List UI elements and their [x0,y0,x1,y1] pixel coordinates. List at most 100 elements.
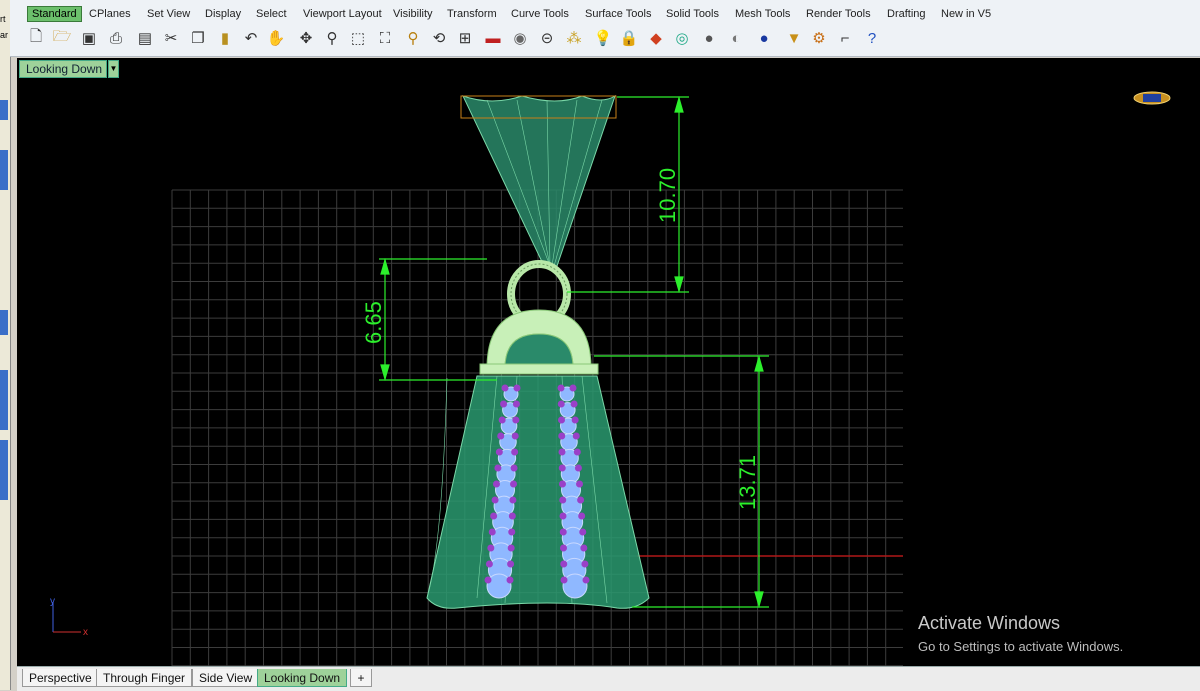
move-icon[interactable]: ✥ [295,27,317,49]
left-panel-button[interactable] [0,150,8,190]
prong [573,448,581,456]
prong [507,560,515,568]
left-panel-button[interactable] [0,370,8,430]
prong [558,448,566,456]
cut-icon[interactable]: ✂ [160,27,182,49]
tab-standard[interactable]: Standard [27,6,82,22]
lock-icon[interactable]: 🔒 [618,27,640,49]
viewport-looking-down[interactable]: 10.70 6.65 13.71 y x [17,78,1200,666]
tab-mesh-tools[interactable]: Mesh Tools [731,7,794,21]
ghosted-icon[interactable]: ◐ [725,27,747,49]
tab-set-view[interactable]: Set View [143,7,194,21]
new-icon[interactable]: 🗋 [25,27,47,49]
dimension-top-value: 10.70 [655,168,680,223]
tab-new-in-v5[interactable]: New in V5 [937,7,995,21]
left-panel-button[interactable] [0,440,8,500]
prong [512,416,520,424]
viewport-tabs: Perspective Through Finger Side View Loo… [17,666,1200,691]
shade-icon[interactable]: ● [698,27,720,49]
prong [560,560,568,568]
add-viewport-tab-button[interactable]: + [350,669,372,687]
zoom-icon[interactable]: ⚲ [321,27,343,49]
prong [557,384,565,392]
tab-transform[interactable]: Transform [443,7,501,21]
open-icon[interactable]: 🗁 [51,27,73,49]
render-sphere-icon[interactable]: ● [753,27,775,49]
left-panel-button[interactable] [0,100,8,120]
layer-icon[interactable]: ◆ [645,27,667,49]
prong [572,432,580,440]
prong [513,384,521,392]
gemstone [486,573,512,599]
options-gear-icon[interactable]: ⚙ [808,27,830,49]
help-icon[interactable]: ? [861,27,883,49]
tab-viewport-layout[interactable]: Viewport Layout [299,7,386,21]
prong [508,528,516,536]
paste-icon[interactable]: ▮ [214,27,236,49]
world-axis-icon: y x [50,596,88,638]
pan-hand-icon[interactable]: ✋ [265,27,287,49]
prong [558,464,566,472]
prong [510,464,518,472]
rotate-view-icon[interactable]: ⟲ [428,27,450,49]
prong [557,400,565,408]
viewport-title[interactable]: Looking Down [19,60,108,78]
tab-render-tools[interactable]: Render Tools [802,7,875,21]
axis-y-label: y [50,596,55,607]
prong [576,480,583,488]
prong [495,448,503,456]
lightbulb-icon[interactable]: 💡 [592,27,614,49]
tab-side-view[interactable]: Side View [192,669,260,687]
prong [490,512,498,520]
zoom-window-icon[interactable]: ⬚ [347,27,369,49]
four-viewports-icon[interactable]: ⊞ [454,27,476,49]
tab-surface-tools[interactable]: Surface Tools [581,7,655,21]
prong [510,480,517,488]
tab-curve-tools[interactable]: Curve Tools [507,7,573,21]
prong [582,576,590,584]
color-wheel-icon[interactable]: ◎ [671,27,693,49]
tab-drafting[interactable]: Drafting [883,7,930,21]
prong [558,416,565,424]
prong [507,544,515,552]
tab-solid-tools[interactable]: Solid Tools [662,7,723,21]
dimension-middle [379,257,497,382]
prong [578,512,586,520]
zoom-extents-icon[interactable]: ⛶ [374,27,396,49]
left-panel-strip: rt ar [0,0,11,690]
viewport-menu-chevron-down-icon[interactable]: ▼ [108,60,119,78]
prong [559,480,566,488]
print-icon[interactable]: ⎙ [105,27,127,49]
prong [574,464,582,472]
tab-cplanes[interactable]: CPlanes [85,7,135,21]
tab-display[interactable]: Display [201,7,245,21]
rendering-icon[interactable]: ▼ [783,27,805,49]
car-named-view-icon[interactable]: ▬ [482,27,504,49]
import-icon[interactable]: ▤ [134,27,156,49]
zoom-selected-icon[interactable]: ⚲ [402,27,424,49]
axis-x-label: x [83,627,88,638]
snap-grid-icon[interactable]: ⁂ [563,27,585,49]
camera-icon[interactable]: ◉ [509,27,531,49]
tab-perspective[interactable]: Perspective [22,669,99,687]
tab-select[interactable]: Select [252,7,291,21]
toolbar-tab-strip: Standard CPlanes Set View Display Select… [10,0,1200,23]
left-panel-button[interactable] [0,310,8,335]
dimension-middle-value: 6.65 [361,301,386,344]
tab-visibility[interactable]: Visibility [389,7,437,21]
cplane-icon[interactable]: ⊝ [536,27,558,49]
view-compass-icon[interactable] [1133,91,1171,105]
tab-looking-down[interactable]: Looking Down [257,669,348,687]
viewport-canvas: 10.70 6.65 13.71 y x [50,91,1171,666]
dimension-icon[interactable]: ⌐ [834,27,856,49]
undo-icon[interactable]: ↶ [240,27,262,49]
tab-through-finger[interactable]: Through Finger [96,669,193,687]
viewport-header: Looking Down ▼ [17,58,1200,78]
prong [570,400,578,408]
save-icon[interactable]: ▣ [78,27,100,49]
prong [501,384,509,392]
copy-icon[interactable]: ❐ [187,27,209,49]
prong [497,432,505,440]
prong [558,432,566,440]
activate-windows-title: Activate Windows [918,613,1061,633]
